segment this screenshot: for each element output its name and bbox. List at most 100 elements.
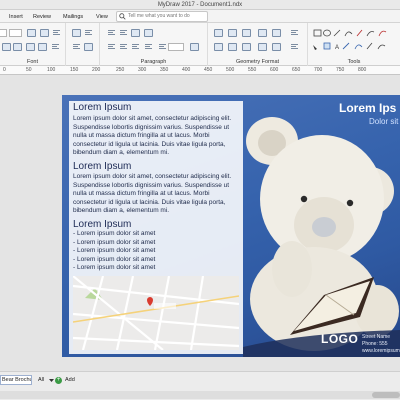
underline-icon[interactable] [26, 43, 35, 51]
font-group: Font [0, 23, 66, 66]
section-2-heading: Lorem Ipsum [73, 161, 132, 172]
ruler-mark: 500 [226, 67, 235, 73]
all-pages-label: All [38, 377, 45, 383]
ruler-mark: 400 [182, 67, 191, 73]
group-icon[interactable] [272, 29, 281, 37]
font-name-dropdown[interactable] [0, 29, 7, 37]
tab-review[interactable]: Review [30, 12, 54, 22]
font-group-label: Font [26, 59, 38, 65]
ruler-mark: 650 [292, 67, 301, 73]
font-size-dropdown[interactable] [9, 29, 22, 37]
ruler-mark: 150 [70, 67, 79, 73]
list-item: - Lorem ipsum dolor sit amet [73, 247, 156, 254]
ruler-mark: 250 [116, 67, 125, 73]
horizontal-ruler: 0 50 100 150 200 250 300 350 400 450 500… [0, 66, 400, 75]
bullets-icon[interactable] [107, 29, 116, 37]
list-item: - Lorem ipsum dolor sit amet [73, 264, 156, 271]
outdent-icon[interactable] [144, 29, 153, 37]
font-color-icon[interactable] [38, 43, 47, 51]
plus-icon: + [55, 377, 62, 384]
clear-format-icon[interactable] [52, 29, 61, 37]
ruler-mark: 450 [204, 67, 213, 73]
bullet-list: - Lorem ipsum dolor sit amet - Lorem ips… [73, 230, 155, 273]
ruler-mark: 100 [47, 67, 56, 73]
stroke-icon[interactable] [228, 29, 237, 37]
tools-group: A Tools [308, 23, 400, 66]
logo-text: LOGO [321, 332, 359, 346]
align-right-icon[interactable] [131, 43, 140, 51]
bold-icon[interactable] [2, 43, 11, 51]
drawing-tools-icons[interactable]: A [312, 28, 398, 54]
effects-icon[interactable] [242, 43, 251, 51]
arrange-icon[interactable] [258, 29, 267, 37]
spacing-dropdown[interactable] [168, 43, 184, 51]
styles-group [66, 23, 100, 66]
address-line-1: Street Name [362, 334, 391, 340]
ruler-mark: 750 [336, 67, 345, 73]
align-left-icon[interactable] [107, 43, 116, 51]
all-pages-dropdown[interactable]: All [38, 375, 54, 385]
add-page-label: Add [65, 377, 75, 383]
section-1-body: Lorem ipsum dolor sit amet, consectetur … [73, 115, 232, 156]
window-title: MyDraw 2017 - Document1.ndx [0, 0, 400, 10]
pilcrow-icon[interactable] [158, 43, 167, 51]
tab-insert[interactable]: Insert [6, 12, 26, 22]
tell-me-search[interactable]: Tell me what you want to do [116, 11, 208, 22]
shadow-icon[interactable] [242, 29, 251, 37]
align-center-icon[interactable] [119, 43, 128, 51]
svg-text:A: A [335, 45, 339, 51]
justify-icon[interactable] [144, 43, 153, 51]
page-tab-bear-brochure[interactable]: Bear Brochure [0, 375, 32, 385]
paragraph-group: Paragraph [100, 23, 208, 66]
section-1-heading: Lorem Ipsum [73, 102, 132, 113]
map-illustration [73, 276, 239, 350]
fill-color-icon[interactable] [214, 43, 223, 51]
section-2-body: Lorem ipsum dolor sit amet, consectetur … [73, 173, 232, 214]
location-map [73, 276, 239, 350]
address-line-2: Phone: 555 [362, 341, 388, 347]
line-color-icon[interactable] [228, 43, 237, 51]
list-item: - Lorem ipsum dolor sit amet [73, 255, 156, 263]
shrink-font-icon[interactable] [40, 29, 49, 37]
ruler-mark: 0 [3, 67, 6, 73]
rotate-icon[interactable] [272, 43, 281, 51]
line-spacing-icon[interactable] [84, 43, 93, 51]
address-line-3: www.loremipsum [362, 348, 400, 354]
paragraph-style-icon[interactable] [72, 43, 81, 51]
scrollbar-thumb[interactable] [372, 392, 400, 398]
paragraph-group-label: Paragraph [140, 59, 167, 65]
list-heading: Lorem Ipsum [73, 219, 132, 230]
page-tabs-bar: Bear Brochure All + Add [0, 371, 400, 400]
grow-font-icon[interactable] [27, 29, 36, 37]
ruler-mark: 800 [358, 67, 367, 73]
align-icon[interactable] [258, 43, 267, 51]
tools-group-label: Tools [347, 59, 361, 65]
ruler-mark: 550 [248, 67, 257, 73]
list-item: - Lorem ipsum dolor sit amet [73, 230, 156, 237]
ruler-mark: 50 [26, 67, 32, 73]
list-item: - Lorem ipsum dolor sit amet [73, 238, 156, 246]
horizontal-scrollbar[interactable] [0, 391, 400, 399]
search-icon [119, 13, 126, 20]
ruler-mark: 600 [270, 67, 279, 73]
indent-icon[interactable] [131, 29, 140, 37]
tab-view[interactable]: View [93, 12, 111, 22]
tab-mailings[interactable]: Mailings [60, 12, 86, 22]
ruler-mark: 350 [160, 67, 169, 73]
eyedropper-icon[interactable] [290, 29, 299, 37]
paragraph-settings-icon[interactable] [190, 43, 199, 51]
geometry-group-label: Geometry Format [235, 59, 280, 65]
ruler-mark: 200 [92, 67, 101, 73]
style-icon[interactable] [72, 29, 81, 37]
format-brush-icon[interactable] [290, 43, 299, 51]
ribbon-tab-bar: Insert Review Mailings View Tell me what… [0, 10, 400, 23]
chevron-down-icon [49, 379, 54, 382]
numbering-icon[interactable] [119, 29, 128, 37]
cover-title: Lorem Ips [339, 101, 397, 115]
fill-icon[interactable] [214, 29, 223, 37]
italic-icon[interactable] [13, 43, 22, 51]
format-painter-icon[interactable] [84, 29, 93, 37]
ribbon: Font Paragraph Geometry Format A Tools [0, 23, 400, 66]
ruler-mark: 700 [314, 67, 323, 73]
highlight-icon[interactable] [51, 43, 60, 51]
